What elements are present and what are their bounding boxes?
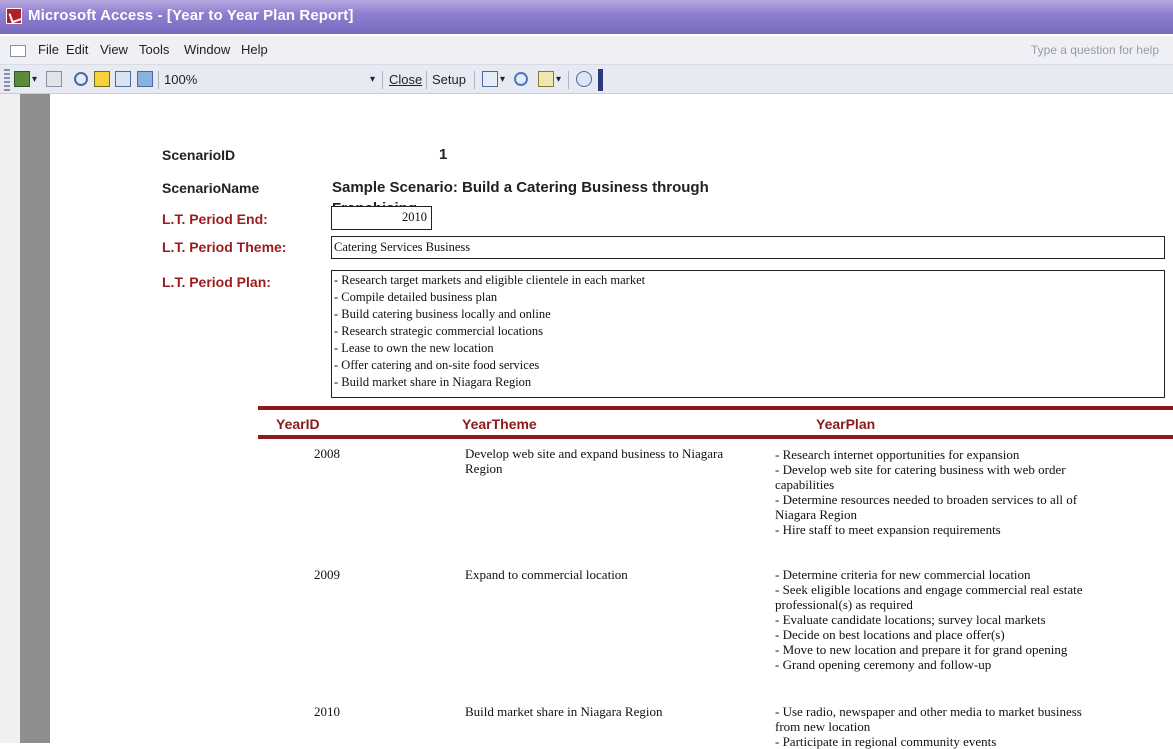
magnifier-icon[interactable]	[74, 72, 88, 86]
period-end-value: 2010	[402, 210, 427, 224]
help-question-box[interactable]: Type a question for help	[1031, 43, 1159, 57]
toolbar-options-icon[interactable]	[598, 69, 603, 91]
new-object-dropdown-icon[interactable]: ▾	[556, 74, 561, 85]
toolbar-separator	[426, 71, 427, 89]
row-2008-theme: Develop web site and expand business to …	[465, 446, 723, 476]
menu-tools[interactable]: Tools	[139, 42, 169, 57]
plan-line: - Seek eligible locations and engage com…	[775, 582, 1083, 597]
new-object-icon[interactable]	[538, 71, 554, 87]
one-page-icon[interactable]	[94, 71, 110, 87]
col-header-yearplan: YearPlan	[816, 416, 876, 432]
close-button[interactable]: Close	[389, 72, 422, 87]
zoom-dropdown-icon[interactable]: ▾	[370, 74, 375, 85]
plan-line: - Move to new location and prepare it fo…	[775, 642, 1068, 657]
export-word-icon[interactable]	[482, 71, 498, 87]
plan-line: - Determine criteria for new commercial …	[775, 567, 1031, 582]
report-page[interactable]: ScenarioID 1 ScenarioName Sample Scenari…	[50, 94, 1173, 749]
col-header-yearid: YearID	[276, 416, 320, 432]
toolbar-separator	[568, 71, 569, 89]
theme-line: Develop web site and expand business to …	[465, 446, 724, 461]
export-dropdown-icon[interactable]: ▾	[500, 74, 505, 85]
row-2010-theme: Build market share in Niagara Region	[465, 704, 662, 719]
plan-line: from new location	[775, 719, 871, 734]
row-2010-year: 2010	[314, 704, 340, 719]
row-2008-plan: - Research internet opportunities for ex…	[775, 447, 1077, 537]
period-plan-line: - Build market share in Niagara Region	[334, 375, 532, 389]
menu-file[interactable]: File	[38, 42, 59, 57]
period-plan-line: - Lease to own the new location	[334, 341, 494, 355]
access-app-icon[interactable]	[6, 8, 22, 24]
period-plan-line: - Research target markets and eligible c…	[334, 273, 646, 287]
scenario-id-value: 1	[439, 146, 448, 163]
row-2009-plan: - Determine criteria for new commercial …	[775, 567, 1083, 672]
header-rule-bottom	[258, 435, 1173, 439]
scenario-name-line1: Sample Scenario: Build a Catering Busine…	[332, 179, 709, 196]
print-preview-toolbar: ▾ 100% ▾ Close Setup ▾ ▾	[0, 65, 1173, 94]
menu-grip-icon[interactable]	[10, 45, 26, 57]
plan-line: Niagara Region	[775, 507, 857, 522]
toolbar-separator	[382, 71, 383, 89]
left-margin	[0, 94, 21, 743]
header-rule-top	[258, 406, 1173, 410]
plan-line: capabilities	[775, 477, 835, 492]
plan-line: - Participate in regional community even…	[775, 734, 997, 749]
page-shadow	[20, 94, 50, 743]
toolbar-grip-icon[interactable]	[4, 69, 10, 91]
help-icon[interactable]	[576, 71, 592, 87]
database-window-icon[interactable]	[514, 72, 528, 86]
multiple-pages-icon[interactable]	[137, 71, 153, 87]
row-2009-year: 2009	[314, 567, 340, 582]
theme-line: Expand to commercial location	[465, 567, 628, 582]
plan-line: - Determine resources needed to broaden …	[775, 492, 1078, 507]
period-plan-line: - Offer catering and on-site food servic…	[334, 358, 540, 372]
period-plan-line: - Compile detailed business plan	[334, 290, 498, 304]
scenario-id-label: ScenarioID	[162, 147, 236, 163]
plan-line: - Research internet opportunities for ex…	[775, 447, 1020, 462]
menu-edit[interactable]: Edit	[66, 42, 88, 57]
plan-line: - Develop web site for catering business…	[775, 462, 1066, 477]
period-theme-field: Catering Services Business	[331, 236, 1165, 259]
zoom-value[interactable]: 100%	[164, 72, 197, 87]
plan-line: - Evaluate candidate locations; survey l…	[775, 612, 1046, 627]
print-icon[interactable]	[46, 71, 62, 87]
view-icon[interactable]	[14, 71, 30, 87]
plan-line: - Grand opening ceremony and follow-up	[775, 657, 992, 672]
row-2010-plan: - Use radio, newspaper and other media t…	[775, 704, 1082, 749]
plan-line: - Decide on best locations and place off…	[775, 627, 1005, 642]
row-2008-year: 2008	[314, 446, 340, 461]
period-theme-label: L.T. Period Theme:	[162, 239, 287, 255]
period-plan-line: - Build catering business locally and on…	[334, 307, 551, 321]
period-plan-label: L.T. Period Plan:	[162, 274, 271, 290]
plan-line: - Hire staff to meet expansion requireme…	[775, 522, 1001, 537]
theme-line: Region	[465, 461, 503, 476]
menu-bar: File Edit View Tools Window Help Type a …	[0, 36, 1173, 65]
period-end-field: 2010	[331, 206, 432, 230]
plan-line: professional(s) as required	[775, 597, 913, 612]
period-theme-value: Catering Services Business	[334, 240, 471, 254]
menu-help[interactable]: Help	[241, 42, 268, 57]
title-bar[interactable]: Microsoft Access - [Year to Year Plan Re…	[0, 0, 1173, 34]
period-plan-field: - Research target markets and eligible c…	[331, 270, 1165, 398]
two-pages-icon[interactable]	[115, 71, 131, 87]
window-title: Microsoft Access - [Year to Year Plan Re…	[28, 7, 354, 24]
row-2009-theme: Expand to commercial location	[465, 567, 628, 582]
toolbar-separator	[158, 71, 159, 89]
scenario-name-label: ScenarioName	[162, 180, 260, 196]
view-dropdown-icon[interactable]: ▾	[32, 74, 37, 85]
period-plan-line: - Research strategic commercial location…	[334, 324, 543, 338]
theme-line: Build market share in Niagara Region	[465, 704, 663, 719]
toolbar-separator	[474, 71, 475, 89]
period-end-label: L.T. Period End:	[162, 211, 268, 227]
menu-window[interactable]: Window	[184, 42, 230, 57]
menu-view[interactable]: View	[100, 42, 128, 57]
col-header-yeartheme: YearTheme	[462, 416, 537, 432]
plan-line: - Use radio, newspaper and other media t…	[775, 704, 1082, 719]
setup-button[interactable]: Setup	[432, 72, 466, 87]
